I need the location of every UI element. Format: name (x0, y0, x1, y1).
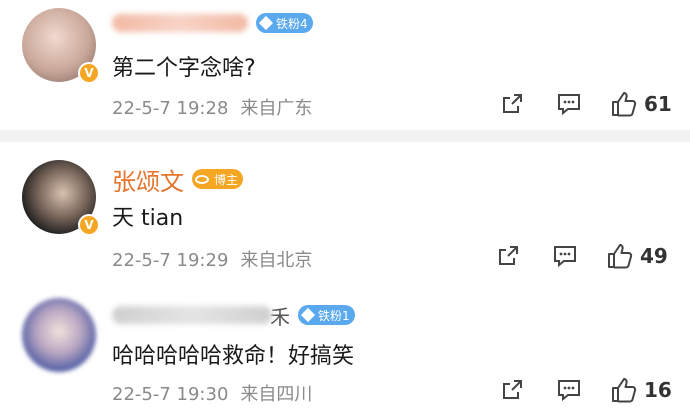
comment-meta: 22-5-7 19:29 来自北京 (112, 246, 312, 272)
comment-icon (554, 246, 576, 268)
comment-icon (558, 94, 580, 116)
reply-button[interactable] (556, 378, 582, 402)
avatar[interactable] (22, 298, 96, 372)
host-badge: 博主 (192, 169, 244, 189)
share-button[interactable] (500, 378, 524, 402)
share-icon (503, 94, 522, 113)
like-button[interactable]: 49 (606, 242, 668, 270)
comment-item: V 铁粉4 第二个字念啥? 22-5-7 19:28 来自广东 61 (0, 0, 690, 128)
fan-badge: 铁粉4 (256, 13, 313, 33)
comment-location: 来自广东 (240, 98, 313, 119)
username[interactable]: 张颂文 (112, 162, 184, 197)
comment-text: 哈哈哈哈哈救命！好搞笑 (112, 344, 355, 369)
comment-text: 天 tian (112, 206, 184, 231)
verified-badge: V (78, 214, 100, 236)
comment-item: V 张颂文 博主 天 tian 22-5-7 19:29 来自北京 49 (0, 142, 690, 280)
comment-item: 禾 铁粉1 哈哈哈哈哈救命！好搞笑 22-5-7 19:30 来自四川 16 (0, 280, 690, 408)
comment-location: 来自北京 (240, 250, 313, 271)
username-suffix: 禾 (270, 304, 290, 329)
verified-badge: V (78, 62, 100, 84)
like-icon (608, 244, 633, 269)
avatar-image (22, 298, 96, 372)
like-count: 49 (640, 244, 668, 268)
like-icon (612, 378, 637, 403)
diamond-icon (258, 15, 274, 31)
like-count: 16 (644, 378, 672, 402)
like-count: 61 (644, 92, 672, 116)
comment-feed: V 铁粉4 第二个字念啥? 22-5-7 19:28 来自广东 61 V 张颂文 … (0, 0, 690, 408)
like-button[interactable]: 16 (610, 376, 672, 404)
like-button[interactable]: 61 (610, 90, 672, 118)
share-button[interactable] (496, 244, 520, 268)
comment-header: 禾 铁粉1 (112, 300, 355, 330)
comment-time: 22-5-7 19:30 (112, 384, 229, 405)
reply-button[interactable] (552, 244, 578, 268)
comment-meta: 22-5-7 19:30 来自四川 (112, 380, 312, 406)
username-blurred[interactable] (112, 306, 272, 324)
comment-time: 22-5-7 19:28 (112, 98, 229, 119)
eye-icon (195, 174, 209, 184)
share-icon (499, 246, 518, 265)
share-button[interactable] (500, 92, 524, 116)
comment-header: 铁粉4 (112, 8, 313, 38)
fan-badge: 铁粉1 (298, 305, 355, 325)
separator (0, 130, 690, 142)
username-blurred[interactable] (112, 14, 248, 32)
comment-location: 来自四川 (240, 384, 313, 405)
avatar[interactable]: V (22, 160, 100, 236)
reply-button[interactable] (556, 92, 582, 116)
avatar[interactable]: V (22, 8, 100, 84)
comment-icon (558, 380, 580, 402)
like-icon (612, 92, 637, 117)
comment-header: 张颂文 博主 (112, 162, 244, 197)
diamond-icon (300, 307, 316, 323)
comment-meta: 22-5-7 19:28 来自广东 (112, 94, 312, 120)
comment-text: 第二个字念啥? (112, 56, 256, 81)
share-icon (503, 380, 522, 399)
comment-time: 22-5-7 19:29 (112, 250, 229, 271)
